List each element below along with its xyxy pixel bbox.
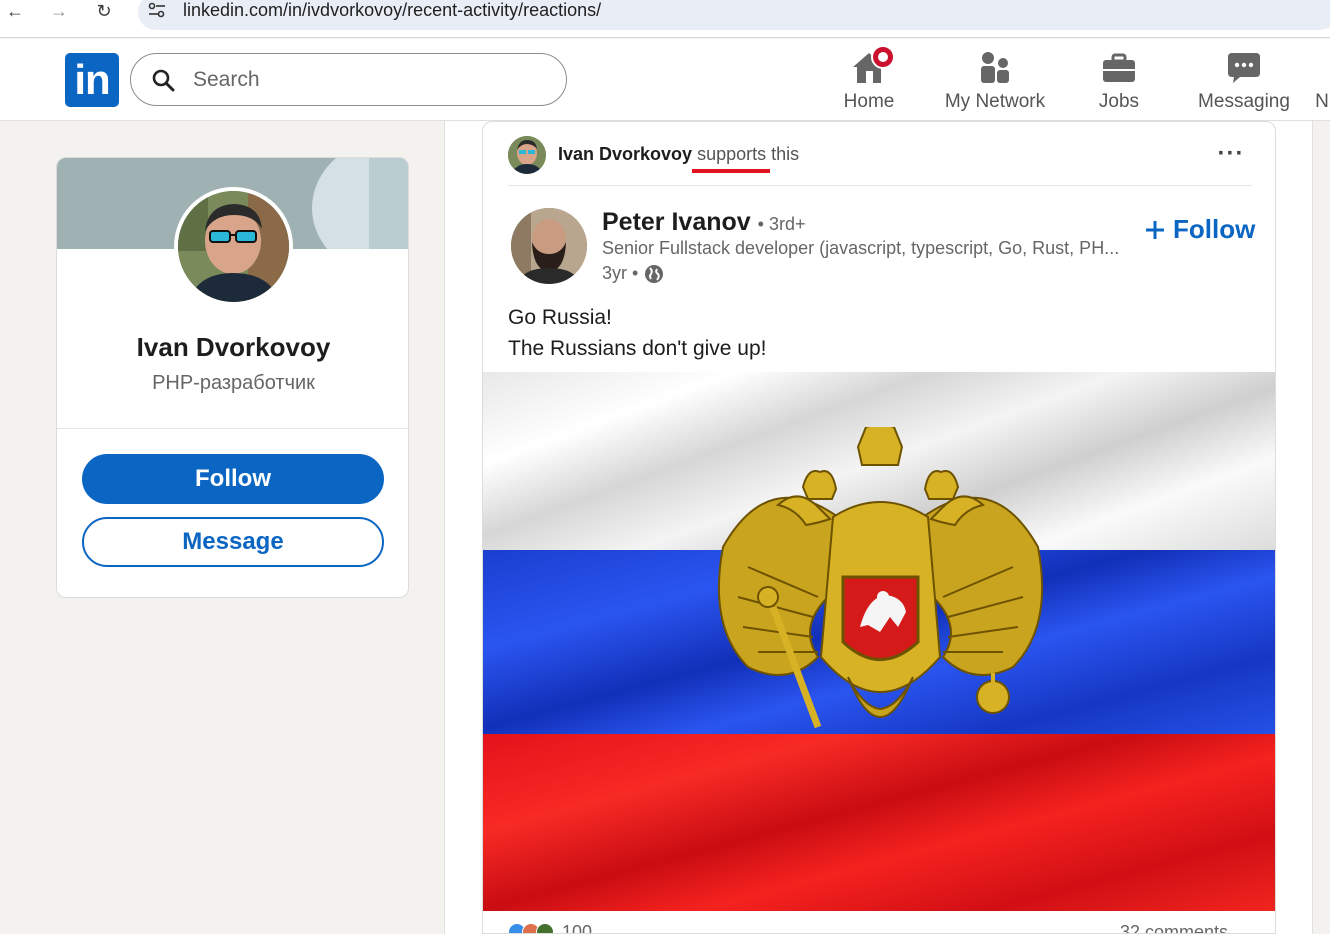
plus-icon [1146, 220, 1164, 239]
author-name[interactable]: Peter Ivanov • 3rd+ [602, 208, 805, 237]
browser-toolbar: ← → ↻ linkedin.com/in/ivdvorkovoy/recent… [0, 0, 1330, 38]
messaging-icon [1224, 49, 1264, 87]
post-timestamp: 3yr • [602, 263, 664, 284]
home-icon [849, 45, 895, 87]
post-body: Go Russia! The Russians don't give up! [508, 302, 767, 364]
network-icon [975, 49, 1015, 87]
notification-badge [871, 45, 895, 69]
back-arrow-icon[interactable]: ← [4, 0, 26, 22]
profile-card: Ivan Dvorkovoy PHP-разработчик Follow Me… [56, 157, 409, 598]
search-input[interactable] [193, 66, 553, 94]
post-time: 3yr • [602, 263, 639, 283]
celebrate-reaction-icon [536, 923, 554, 933]
highlight-underline [692, 169, 770, 173]
connection-degree: • 3rd+ [757, 214, 806, 234]
profile-avatar[interactable] [174, 187, 293, 306]
nav-home-label: Home [843, 91, 895, 112]
author-avatar[interactable] [511, 208, 587, 284]
profile-headline: PHP-разработчик [152, 372, 315, 394]
nav-home[interactable]: Home [836, 45, 902, 115]
reaction-suffix: this [771, 144, 800, 164]
divider [57, 428, 408, 429]
nav-notifications[interactable]: N [1314, 49, 1330, 115]
coat-of-arms-image [717, 427, 1044, 729]
message-button[interactable]: Message [82, 517, 384, 567]
follow-button[interactable]: Follow [82, 454, 384, 504]
notifications-icon [1314, 49, 1330, 87]
nav-messaging[interactable]: Messaging [1197, 49, 1291, 115]
nav-my-network-label: My Network [944, 91, 1046, 112]
linkedin-header: in Home My Network [0, 39, 1330, 121]
reaction-summary: Ivan Dvorkovoy supports this [558, 144, 799, 165]
reactor-avatar[interactable] [508, 136, 546, 174]
search-box[interactable] [130, 53, 567, 106]
reactions-count[interactable]: 100 [562, 922, 592, 934]
nav-jobs-label: Jobs [1098, 91, 1140, 112]
reaction-counts[interactable]: 100 [508, 922, 592, 934]
author-headline: Senior Fullstack developer (javascript, … [602, 238, 1120, 258]
follow-author-label[interactable]: Follow [1173, 214, 1255, 245]
nav-jobs[interactable]: Jobs [1096, 49, 1142, 115]
reaction-header: Ivan Dvorkovoy supports this ··· [483, 122, 1275, 186]
jobs-icon [1099, 49, 1139, 87]
profile-name[interactable]: Ivan Dvorkovoy [57, 332, 408, 363]
comments-count[interactable]: 32 comments [1120, 922, 1228, 933]
search-icon [152, 69, 175, 92]
reaction-icons [508, 923, 554, 933]
linkedin-logo[interactable]: in [65, 53, 119, 107]
more-options-icon[interactable]: ··· [1216, 140, 1246, 167]
nav-notifications-label: N [1315, 91, 1329, 112]
post-image[interactable] [483, 372, 1275, 911]
forward-arrow-icon[interactable]: → [48, 0, 70, 22]
nav-my-network[interactable]: My Network [940, 49, 1050, 115]
post-text-line: Go Russia! [508, 306, 612, 329]
globe-icon [645, 264, 664, 283]
nav-messaging-label: Messaging [1198, 91, 1290, 112]
follow-author-button[interactable]: Follow [1145, 214, 1255, 245]
url-text[interactable]: linkedin.com/in/ivdvorkovoy/recent-activ… [183, 0, 601, 21]
reaction-verb: supports [697, 144, 767, 164]
reactor-name[interactable]: Ivan Dvorkovoy [558, 144, 692, 164]
post-card: Ivan Dvorkovoy supports this ··· Peter I… [482, 121, 1276, 934]
site-settings-icon[interactable] [148, 2, 166, 18]
author-name-text[interactable]: Peter Ivanov [602, 208, 751, 236]
reload-icon[interactable]: ↻ [93, 0, 115, 22]
divider [508, 185, 1252, 186]
post-text-line: The Russians don't give up! [508, 337, 767, 360]
